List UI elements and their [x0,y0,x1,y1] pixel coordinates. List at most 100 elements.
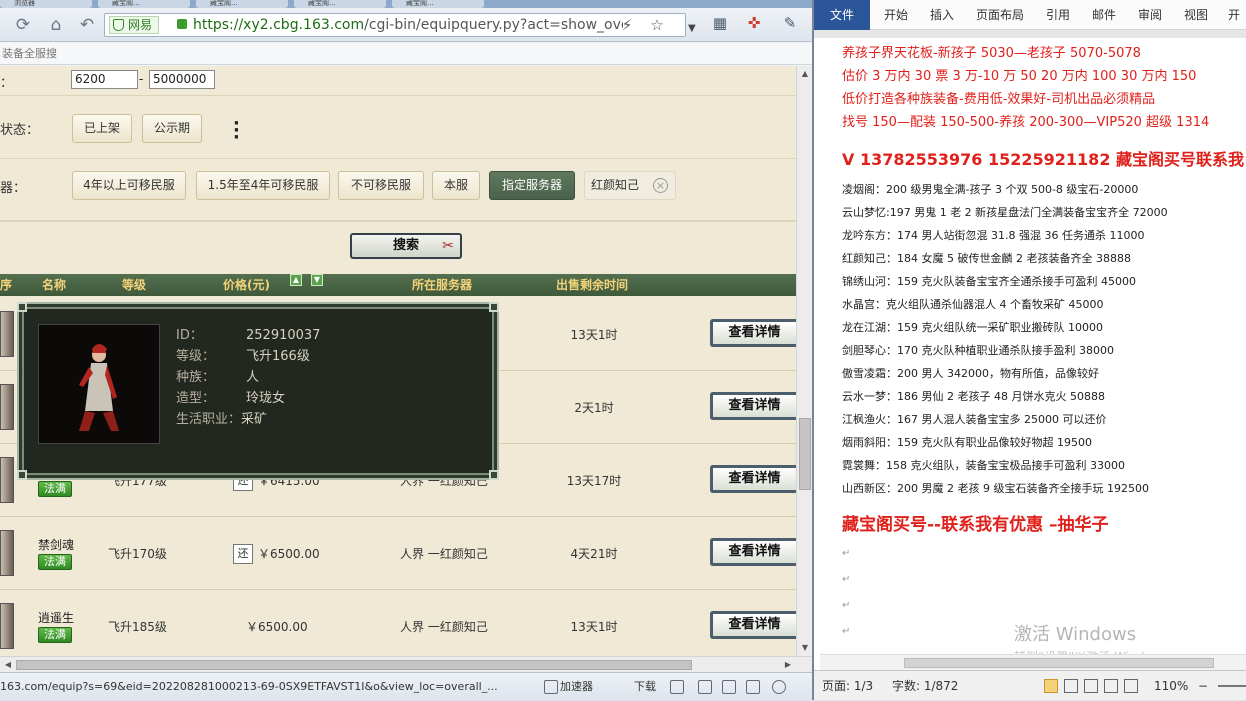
doc-list-item: 烟雨斜阳：159 克火队有职业品像较好物超 19500 [842,436,1092,449]
tab-view[interactable]: 视图 [1184,0,1208,30]
close-icon[interactable]: × [653,178,668,193]
server-option-button[interactable]: 1.5年至4年可移民服 [196,171,330,200]
document-page[interactable]: 养孩子界天花板-新孩子 5030—老孩子 5070-5078 估价 3 万内 3… [814,38,1246,654]
browser-tab[interactable]: 藏宝阁... [392,0,484,8]
print-layout-icon[interactable] [1044,679,1058,693]
volume-icon[interactable] [746,680,760,694]
web-layout-icon[interactable] [1084,679,1098,693]
search-button-label: 搜索 [392,238,419,253]
paragraph-mark-icon: ↵ [842,600,851,611]
status-label: 状态： [0,123,40,138]
tooltip-corner [489,302,499,312]
browser-tab[interactable]: 藏宝阁... [98,0,190,8]
server-selected-chip[interactable]: 红颜知己 × [584,171,676,200]
view-detail-button[interactable]: 查看详情 [710,538,796,566]
time-remaining: 4天21时 [570,547,618,561]
tab-references[interactable]: 引用 [1046,0,1070,30]
server-selected-label: 红颜知己 [591,178,640,192]
window-icon[interactable] [722,680,736,694]
scroll-right-icon[interactable]: ▶ [780,657,796,673]
url-text[interactable]: https://xy2.cbg.163.com/cgi-bin/equipque… [193,14,623,36]
view-detail-button[interactable]: 查看详情 [710,319,796,347]
table-row[interactable]: 逍遥生 法满 飞升185级 ￥6500.00 人界 一红颜知己 13天1时 查看… [0,590,796,656]
status-badge: 法满 [38,481,72,497]
word-count[interactable]: 字数: 1/872 [892,671,958,701]
view-detail-button[interactable]: 查看详情 [710,465,796,493]
vertical-scrollbar[interactable]: ▲ ▼ [796,66,812,656]
scroll-down-icon[interactable]: ▼ [797,640,813,656]
doc-line: 低价打造各种族装备-费用低-效果好-司机出品必须精品 [842,92,1156,107]
paragraph-mark-icon: ↵ [842,548,851,559]
plus-icon[interactable] [670,680,684,694]
doc-list-item: 水晶宫：克火组队通杀仙器混人 4 个畜牧采矿 45000 [842,298,1104,311]
time-remaining: 13天17时 [566,474,622,488]
bookmark-bar: 装备全服搜 [0,43,812,65]
character-name[interactable]: 逍遥生 [38,609,74,626]
sort-desc-icon[interactable]: ▼ [311,274,323,286]
view-detail-button[interactable]: 查看详情 [710,392,796,420]
status-publicity-button[interactable]: 公示期 [142,114,202,143]
more-options-icon[interactable]: · · · [233,115,240,147]
scroll-left-icon[interactable]: ◀ [0,657,16,673]
server-option-button[interactable]: 不可移民服 [338,171,424,200]
home-icon[interactable]: ⌂ [45,14,67,36]
zoom-out-icon[interactable]: − [1198,671,1208,701]
accelerator-icon[interactable] [544,680,558,694]
grid-icon[interactable]: ▦ [710,13,730,33]
price-dash: - [139,72,144,86]
tab-file[interactable]: 文件 [814,0,870,30]
trash-icon[interactable] [698,680,712,694]
price-min-input[interactable]: 6200 [71,70,138,89]
undo-icon[interactable]: ↶ [76,14,98,36]
scroll-thumb[interactable] [16,660,692,670]
address-dropdown-icon[interactable]: ▼ [688,19,702,39]
scroll-thumb[interactable] [904,658,1214,668]
server-option-button[interactable]: 本服 [432,171,480,200]
address-bar[interactable]: 网易 https://xy2.cbg.163.com/cgi-bin/equip… [104,13,686,37]
server-specified-button[interactable]: 指定服务器 [489,171,575,200]
bookmark-item[interactable]: 装备全服搜 [2,47,57,60]
tab-developer[interactable]: 开发 [1228,0,1246,52]
url-path: /cgi-bin/equipquery.py?act=show_ove [364,17,623,33]
status-listed-button[interactable]: 已上架 [72,114,132,143]
zoom-level[interactable]: 110% [1154,671,1188,701]
outline-icon[interactable] [1104,679,1118,693]
avatar [0,603,14,649]
character-name[interactable]: 禁剑魂 [38,536,74,553]
tab-mailings[interactable]: 邮件 [1092,0,1116,30]
sort-asc-icon[interactable]: ▲ [290,274,302,286]
lightning-icon[interactable]: ⚡ [617,15,637,35]
avatar [0,384,14,430]
draft-icon[interactable] [1124,679,1138,693]
page-count[interactable]: 页面: 1/3 [822,671,873,701]
tab-review[interactable]: 审阅 [1138,0,1162,30]
gamepad-icon[interactable]: ✜ [744,13,764,33]
price-max-input[interactable]: 5000000 [149,70,215,89]
zoom-slider[interactable] [1218,685,1246,687]
tab-insert[interactable]: 插入 [930,0,954,30]
scroll-thumb[interactable] [799,418,811,490]
read-mode-icon[interactable] [1064,679,1078,693]
accelerator-label[interactable]: 加速器 [560,673,593,701]
tab-home[interactable]: 开始 [884,0,908,30]
tooltip-job-label: 生活职业： [176,412,242,427]
browser-tab[interactable]: 藏宝阁... [196,0,288,8]
browser-tab[interactable]: 藏宝阁... [294,0,386,8]
search-button[interactable]: 搜索 ✂ [350,233,462,259]
server-option-button[interactable]: 4年以上可移民服 [72,171,186,200]
refresh-icon[interactable]: ⟳ [12,14,34,36]
view-detail-button[interactable]: 查看详情 [710,611,796,639]
word-horizontal-scrollbar[interactable] [820,654,1246,670]
horizontal-scrollbar[interactable]: ◀ ▶ [0,656,812,672]
doc-phone-line: V 13782553976 15225921182 藏宝阁买号联系我 [842,150,1245,169]
tab-layout[interactable]: 页面布局 [976,0,1024,30]
search-bar: 搜索 ✂ [0,221,796,271]
wrench-icon[interactable]: ✎ [780,13,800,33]
browser-tab[interactable]: 浏览器 [0,0,92,8]
table-row[interactable]: 禁剑魂 法满 飞升170级 还 ￥6500.00 人界 一红颜知己 4天21时 … [0,517,796,590]
star-icon[interactable]: ☆ [647,15,667,35]
scroll-up-icon[interactable]: ▲ [797,66,813,82]
download-label[interactable]: 下载 [634,673,656,701]
zoom-icon[interactable] [772,680,786,694]
price-label: ： [0,76,14,91]
